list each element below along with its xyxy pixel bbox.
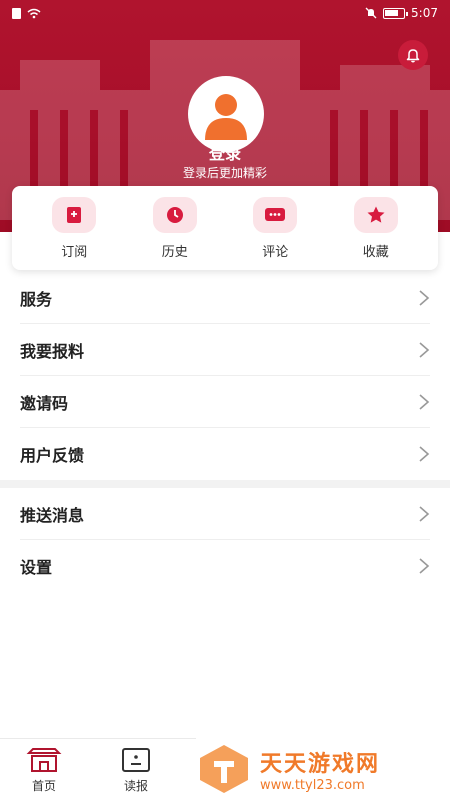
battery-icon [383, 7, 409, 19]
quick-action-subscribe[interactable]: 订阅 [39, 196, 109, 260]
watermark-url: www.ttyl23.com [260, 777, 365, 793]
quick-action-favorites[interactable]: 收藏 [341, 196, 411, 260]
quick-action-icon-wrap [253, 196, 298, 233]
nav-label: 首页 [31, 779, 56, 793]
chevron-right-icon [419, 394, 430, 410]
chevron-right-icon [419, 558, 430, 574]
menu-item-label: 邀请码 [20, 394, 69, 413]
user-avatar-icon [205, 94, 247, 140]
status-bar: 5:07 [0, 0, 450, 26]
login-subtitle: 登录后更加精彩 [182, 166, 267, 180]
nav-item-read-paper[interactable]: 读报 [106, 745, 166, 794]
home-icon [26, 748, 62, 772]
menu-item-push-notifications[interactable]: 推送消息 [0, 488, 450, 540]
chevron-right-icon [419, 342, 430, 358]
mute-icon [365, 7, 377, 19]
quick-action-label: 评论 [262, 244, 289, 260]
menu-item-settings[interactable]: 设置 [0, 540, 450, 592]
quick-actions-card: 订阅 历史 评论 收藏 [12, 186, 438, 270]
menu-item-label: 设置 [20, 558, 53, 577]
login-title[interactable]: 登录 [0, 140, 450, 164]
chevron-right-icon [419, 290, 430, 306]
clock-time: 5:07 [411, 6, 438, 20]
sim-icon [12, 7, 21, 19]
watermark-logo-icon [200, 745, 248, 793]
quick-action-label: 历史 [161, 244, 188, 260]
quick-action-icon-wrap [353, 196, 398, 233]
watermark-title: 天天游戏网 [260, 751, 381, 777]
wifi-icon [27, 8, 41, 18]
quick-action-label: 订阅 [61, 244, 88, 260]
notification-button[interactable] [398, 40, 428, 70]
quick-action-label: 收藏 [362, 244, 389, 260]
chevron-right-icon [419, 506, 430, 522]
site-watermark: 天天游戏网 www.ttyl23.com [196, 738, 450, 800]
menu-item-label: 用户反馈 [20, 446, 85, 465]
menu-item-invite-code[interactable]: 邀请码 [0, 376, 450, 428]
menu-item-services[interactable]: 服务 [0, 272, 450, 324]
quick-action-icon-wrap [52, 196, 97, 233]
menu-item-feedback[interactable]: 用户反馈 [0, 428, 450, 480]
quick-action-history[interactable]: 历史 [140, 196, 210, 260]
nav-label: 读报 [123, 779, 148, 793]
nav-item-home[interactable]: 首页 [14, 745, 74, 794]
bookmark-plus-icon [67, 206, 82, 223]
quick-action-icon-wrap [152, 196, 197, 233]
quick-action-comments[interactable]: 评论 [240, 196, 310, 260]
chevron-right-icon [419, 446, 430, 462]
comment-icon [265, 207, 286, 221]
bell-icon [406, 49, 420, 63]
menu-item-label: 我要报料 [20, 342, 85, 361]
menu-item-label: 推送消息 [20, 506, 85, 525]
menu-item-submit-tip[interactable]: 我要报料 [0, 324, 450, 376]
clock-icon [166, 206, 183, 223]
settings-menu: 服务 我要报料 邀请码 用户反馈 推送消息 设置 [0, 272, 450, 592]
menu-item-label: 服务 [20, 290, 53, 309]
star-icon [367, 206, 385, 223]
section-divider [0, 480, 450, 488]
newspaper-icon [122, 748, 150, 772]
